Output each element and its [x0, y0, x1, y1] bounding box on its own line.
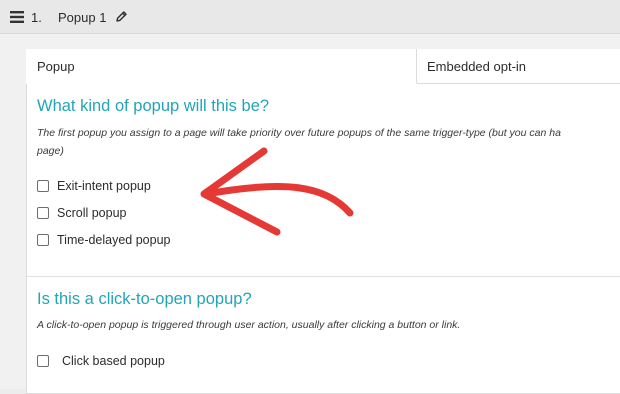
section-divider	[27, 276, 620, 277]
click-based-option[interactable]: Click based popup	[37, 353, 165, 369]
popup-kind-description: The first popup you assign to a page wil…	[37, 127, 561, 139]
item-number: 1.	[31, 10, 42, 25]
popup-kind-description-continued: page)	[37, 145, 64, 157]
click-based-checkbox[interactable]	[37, 355, 49, 367]
popup-title: Popup 1	[58, 10, 107, 25]
click-based-label: Click based popup	[62, 354, 165, 368]
scroll-checkbox[interactable]	[37, 207, 49, 219]
popup-kind-heading: What kind of popup will this be?	[37, 97, 270, 115]
click-to-open-description: A click-to-open popup is triggered throu…	[37, 319, 461, 331]
scroll-label: Scroll popup	[57, 206, 127, 220]
exit-intent-label: Exit-intent popup	[57, 179, 151, 193]
scroll-option[interactable]: Scroll popup	[37, 205, 127, 221]
exit-intent-checkbox[interactable]	[37, 180, 49, 192]
tab-popup[interactable]: Popup	[26, 49, 417, 84]
pencil-icon[interactable]	[115, 10, 128, 23]
time-delayed-label: Time-delayed popup	[57, 233, 171, 247]
click-to-open-heading: Is this a click-to-open popup?	[37, 290, 252, 308]
exit-intent-option[interactable]: Exit-intent popup	[37, 178, 151, 194]
drag-handle-icon[interactable]	[10, 11, 24, 23]
time-delayed-option[interactable]: Time-delayed popup	[37, 232, 171, 248]
repeater-item-header: 1. Popup 1	[0, 0, 620, 34]
tab-embedded-opt-in[interactable]: Embedded opt-in	[417, 49, 620, 84]
time-delayed-checkbox[interactable]	[37, 234, 49, 246]
